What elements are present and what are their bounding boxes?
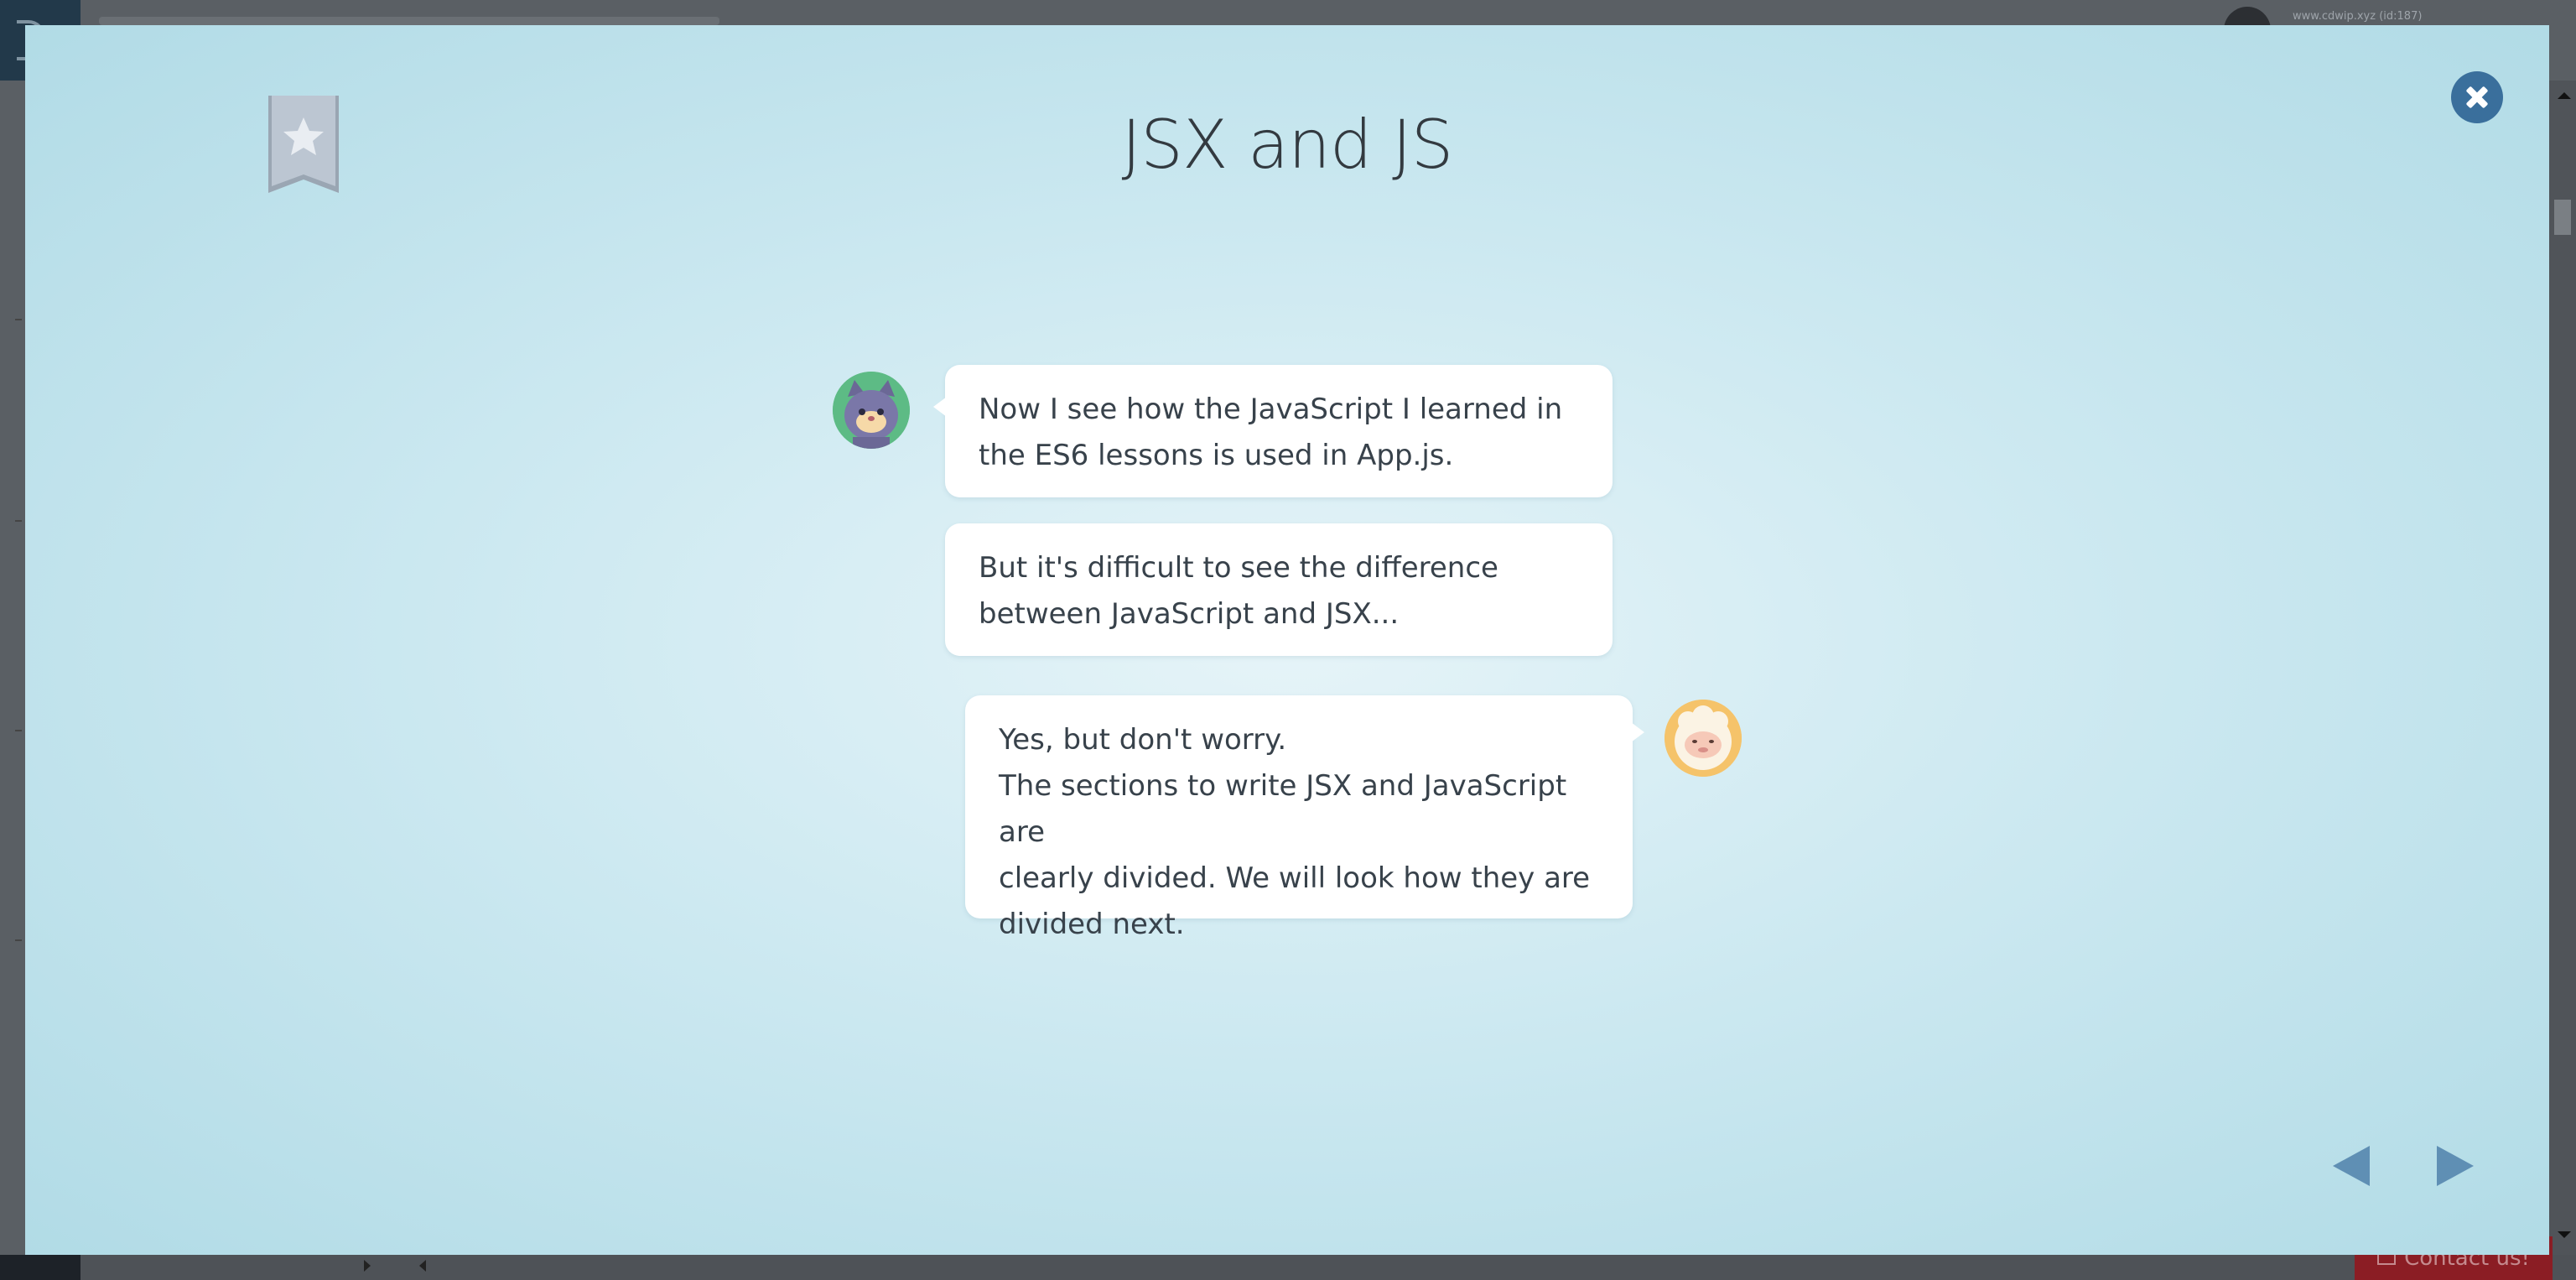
- edge-mark: [15, 939, 22, 941]
- background-search-bar: [99, 17, 719, 25]
- message-line: Yes, but don't worry.: [999, 723, 1287, 757]
- triangle-right-icon: [2437, 1146, 2474, 1186]
- message-bubble: Yes, but don't worry. The sections to wr…: [965, 695, 1644, 941]
- scroll-left-icon[interactable]: [419, 1260, 426, 1272]
- cat-avatar: [833, 372, 910, 449]
- previous-button[interactable]: [2328, 1141, 2378, 1191]
- scrollbar-thumb[interactable]: [2554, 200, 2571, 235]
- edge-mark: [15, 730, 22, 731]
- scroll-down-icon[interactable]: [2558, 1231, 2571, 1238]
- triangle-left-icon: [2333, 1146, 2370, 1186]
- user-label: www.cdwip.xyz (id:187): [2293, 10, 2423, 23]
- horizontal-scrollbar[interactable]: [0, 1255, 2576, 1280]
- message-line: But it's difficult to see the difference: [979, 551, 1498, 585]
- bottom-left-panel: [0, 1255, 80, 1280]
- vertical-scrollbar[interactable]: [2549, 81, 2576, 1255]
- sheep-avatar: [1665, 700, 1742, 777]
- message-bubble: But it's difficult to see the difference…: [945, 523, 1613, 656]
- message-line: clearly divided. We will look how they a…: [999, 861, 1591, 895]
- scroll-right-icon[interactable]: [364, 1260, 371, 1272]
- message-line: between JavaScript and JSX...: [979, 597, 1400, 631]
- lesson-title: JSX and JS: [1121, 106, 1454, 184]
- message-line: divided next.: [999, 908, 1185, 941]
- cat-avatar-icon: [833, 372, 910, 449]
- edge-mark: [15, 520, 22, 522]
- message-line: The sections to write JSX and JavaScript…: [999, 769, 1567, 849]
- edge-mark: [15, 319, 22, 320]
- scroll-up-icon[interactable]: [2558, 92, 2571, 99]
- message-line: the ES6 lessons is used in App.js.: [979, 439, 1454, 472]
- sheep-avatar-icon: [1665, 700, 1742, 777]
- lesson-modal: JSX and JS Now I see how the JavaScript …: [25, 25, 2549, 1255]
- message-bubble: Now I see how the JavaScript I learned i…: [933, 365, 1613, 497]
- message-line: Now I see how the JavaScript I learned i…: [979, 393, 1563, 426]
- next-button[interactable]: [2428, 1141, 2479, 1191]
